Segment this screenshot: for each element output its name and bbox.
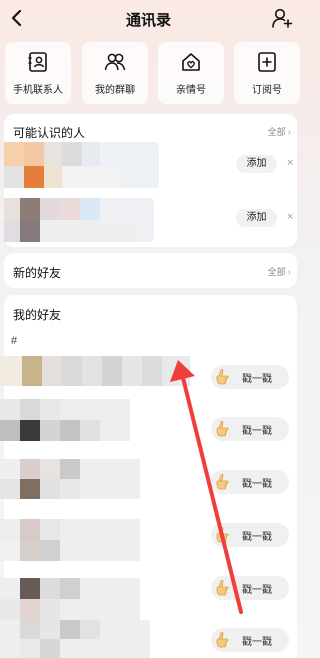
- contacts-book-icon: [28, 52, 47, 72]
- poke-button[interactable]: 戳一戳: [211, 576, 289, 600]
- add-friend-icon[interactable]: [271, 7, 293, 29]
- poke-label: 戳一戳: [242, 532, 272, 543]
- see-all-label: 全部: [267, 127, 286, 137]
- subscription-plus-icon: [258, 52, 276, 72]
- family-number-button[interactable]: 亲情号: [158, 42, 224, 104]
- quick-action-label: 我的群聊: [95, 85, 135, 96]
- poke-hand-icon: [216, 368, 229, 385]
- poke-label: 戳一戳: [242, 585, 272, 596]
- index-letter: #: [11, 335, 18, 347]
- new-friends-row[interactable]: 新的好友 全部 ›: [4, 253, 297, 288]
- poke-hand-icon: [216, 579, 229, 596]
- my-groups-button[interactable]: 我的群聊: [82, 42, 148, 104]
- suggestion-2-blurred: [4, 198, 154, 242]
- quick-actions: 手机联系人 我的群聊 亲情号 订阅号: [0, 42, 300, 104]
- new-friends-title: 新的好友: [13, 266, 62, 280]
- subscriptions-button[interactable]: 订阅号: [234, 42, 300, 104]
- navigation-bar: 通讯录: [0, 0, 297, 36]
- poke-hand-icon: [216, 420, 229, 437]
- suggestion-add-button[interactable]: 添加: [236, 155, 277, 173]
- poke-label: 戳一戳: [242, 637, 272, 648]
- new-friends-see-all[interactable]: 全部 ›: [268, 265, 291, 278]
- poke-label: 戳一戳: [242, 426, 272, 437]
- chevron-right-icon: ›: [287, 267, 291, 278]
- poke-button[interactable]: 戳一戳: [211, 523, 289, 547]
- suggestions-see-all[interactable]: 全部 ›: [268, 125, 291, 138]
- quick-action-label: 亲情号: [176, 85, 206, 96]
- suggestion-1-blurred: [4, 142, 159, 188]
- chevron-right-icon: ›: [287, 127, 291, 138]
- friend-row-6-blurred[interactable]: [0, 620, 150, 658]
- friend-row-1-blurred[interactable]: [0, 356, 190, 386]
- poke-button[interactable]: 戳一戳: [211, 365, 289, 389]
- friend-row-3-blurred[interactable]: [0, 459, 140, 499]
- family-home-icon: [182, 53, 200, 71]
- group-icon: [104, 53, 126, 71]
- poke-button[interactable]: 戳一戳: [211, 470, 289, 494]
- poke-hand-icon: [216, 631, 229, 648]
- suggestion-dismiss-icon[interactable]: ×: [287, 157, 293, 169]
- friend-row-4-blurred[interactable]: [0, 519, 140, 561]
- quick-action-label: 手机联系人: [13, 85, 63, 96]
- suggestion-dismiss-icon[interactable]: ×: [287, 211, 293, 223]
- poke-label: 戳一戳: [242, 479, 272, 490]
- suggestions-title: 可能认识的人: [13, 126, 86, 140]
- friend-row-2-blurred[interactable]: [0, 399, 130, 441]
- contacts-book-button[interactable]: 手机联系人: [5, 42, 71, 104]
- poke-label: 戳一戳: [242, 374, 272, 385]
- truncated-name: ...: [186, 368, 194, 378]
- suggestion-add-button[interactable]: 添加: [236, 209, 277, 227]
- see-all-label: 全部: [267, 267, 286, 277]
- friend-row-5-blurred[interactable]: [0, 578, 140, 620]
- quick-action-label: 订阅号: [252, 85, 282, 96]
- poke-hand-icon: [216, 473, 229, 490]
- poke-button[interactable]: 戳一戳: [211, 628, 289, 652]
- page-title: 通讯录: [125, 12, 171, 29]
- poke-button[interactable]: 戳一戳: [211, 417, 289, 441]
- suggestions-card: 可能认识的人 全部 › 添加 × 添加 ×: [4, 114, 297, 247]
- poke-hand-icon: [216, 526, 229, 543]
- my-friends-title: 我的好友: [13, 308, 62, 322]
